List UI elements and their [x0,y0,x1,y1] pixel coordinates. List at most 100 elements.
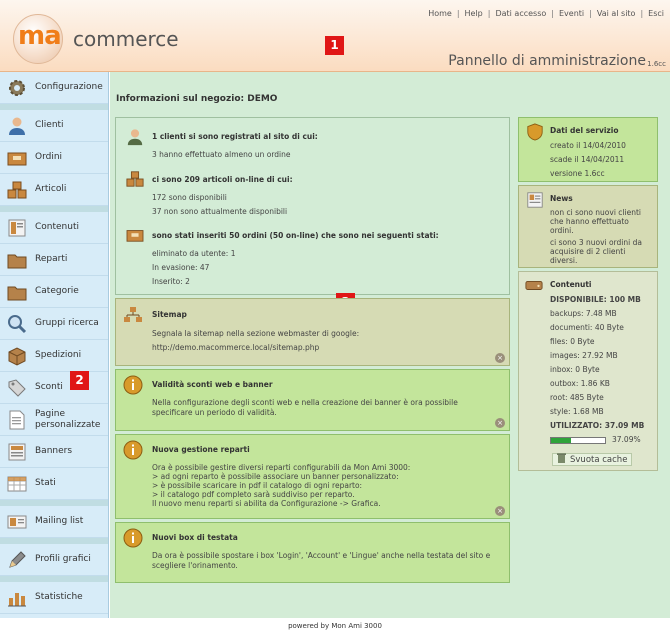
validita-title: Validità sconti web e banner [152,380,273,389]
shield-icon [524,121,546,143]
contents-used: UTILIZZATO: 37.09 MB [550,421,645,430]
contents-row: backups: 7.48 MB [550,309,617,318]
service-expires: scade il 14/04/2011 [550,155,625,164]
articles-line-2: 37 non sono attualmente disponibili [152,207,288,216]
link-help[interactable]: Help [465,9,483,18]
sidebar-item-ordini[interactable]: Ordini [0,142,108,174]
table-icon [6,473,28,495]
sidebar-item-contenuti[interactable]: Contenuti [0,212,108,244]
sidebar-item-label: Spedizioni [35,350,82,360]
content-icon [6,217,28,239]
main-content: Informazioni sul negozio: DEMO 1 clienti… [110,72,670,618]
mail-icon [6,511,28,533]
info-icon [122,439,144,461]
sidebar-item-label: Sconti [35,382,63,392]
news-line-6: diversi. [550,256,578,265]
testata-line-2: scegliere l'orinamento. [152,561,238,570]
usage-percent: 37.09% [612,435,641,444]
link-vai-al-sito[interactable]: Vai al sito [597,9,636,18]
news-validita-box: Validità sconti web e banner Nella confi… [115,369,510,431]
sidebar-item-stati[interactable]: Stati [0,468,108,500]
gear-icon [6,77,28,99]
service-version: versione 1.6cc [550,169,605,178]
page-icon [6,409,28,431]
annotation-badge-2: 2 [70,371,89,390]
contents-row: documenti: 40 Byte [550,323,624,332]
close-icon[interactable]: × [495,353,505,363]
header: ma commerce Home | Help | Dati accesso | Ev… [0,0,670,72]
order-box-icon [124,224,146,246]
sidebar-item-spedizioni[interactable]: Spedizioni [0,340,108,372]
orders-line-1: eliminato da utente: 1 [152,249,236,258]
contents-row: files: 0 Byte [550,337,595,346]
sitemap-box: Sitemap Segnala la sitemap nella sezione… [115,298,510,366]
footer: powered by Mon Ami 3000 [0,618,670,636]
sitemap-url[interactable]: http://demo.macommerce.local/sitemap.php [152,343,319,353]
sidebar-item-reparti[interactable]: Reparti [0,244,108,276]
orders-line-2: In evasione: 47 [152,263,210,272]
clear-cache-button[interactable]: Svuota cache [552,453,633,466]
service-data-box: Dati del servizio creato il 14/04/2010 s… [518,117,658,182]
usage-progress-fill [551,438,572,443]
orders-line-3: Inserito: 2 [152,277,190,286]
sidebar-item-gruppi-ricerca[interactable]: Gruppi ricerca [0,308,108,340]
sidebar-item-label: Ordini [35,152,63,162]
news-icon [524,189,546,211]
sidebar-item-statistiche[interactable]: Statistiche [0,582,108,614]
info-icon [122,527,144,549]
close-icon[interactable]: × [495,506,505,516]
separator: | [640,9,644,18]
banner-icon [6,441,28,463]
sidebar-item-mailing-list[interactable]: Mailing list [0,506,108,538]
service-title: Dati del servizio [550,126,619,135]
contents-box: Contenuti DISPONIBILE: 100 MB backups: 7… [518,271,658,471]
folder-icon [6,281,28,303]
panel-title: Pannello di amministrazione [448,53,646,69]
link-esci[interactable]: Esci [648,9,664,18]
contents-available: DISPONIBILE: 100 MB [550,295,641,304]
separator: | [487,9,491,18]
sidebar-item-clienti[interactable]: Clienti [0,110,108,142]
sidebar-item-label: Configurazione [35,82,103,92]
logo-ma: ma [18,21,62,51]
link-home[interactable]: Home [428,9,452,18]
contents-row: outbox: 1.86 KB [550,379,610,388]
link-dati-accesso[interactable]: Dati accesso [495,9,546,18]
user-icon [124,126,146,148]
sidebar-item-label: Reparti [35,254,68,264]
sidebar-item-label: Gruppi ricerca [35,318,99,328]
user-icon [6,115,28,137]
sidebar-item-label: Contenuti [35,222,79,232]
panel-version: 1.6cc [647,60,666,68]
close-icon[interactable]: × [495,418,505,428]
news-line-3: ordini. [550,226,574,235]
clients-line: 3 hanno effettuato almeno un ordine [152,150,291,159]
sidebar-item-pagine-personalizzate[interactable]: Pagine personalizzate [0,404,108,436]
separator: | [456,9,460,18]
separator: | [551,9,554,18]
tag-icon [6,377,28,399]
link-eventi[interactable]: Eventi [559,9,584,18]
sidebar-item-profili-grafici[interactable]: Profili grafici [0,544,108,576]
sidebar-item-label: Statistiche [35,592,83,602]
sidebar-item-sconti[interactable]: Sconti [0,372,108,404]
sidebar-item-banners[interactable]: Banners [0,436,108,468]
trash-icon [557,453,566,466]
sidebar-item-label: Categorie [35,286,79,296]
articles-line-1: 172 sono disponibili [152,193,227,202]
usage-progress-bar [550,437,606,444]
reparti-line-5: Il nuovo menu reparti si abilita da Conf… [152,499,381,508]
page-title: Informazioni sul negozio: DEMO [116,94,278,104]
sidebar-item-categorie[interactable]: Categorie [0,276,108,308]
clear-cache-label: Svuota cache [570,454,628,465]
articles-title: ci sono 209 articoli on-line di cui: [152,175,293,184]
news-testata-box: Nuovi box di testata Da ora è possibile … [115,522,510,583]
top-links: Home | Help | Dati accesso | Eventi | Vai al… [428,9,664,18]
sidebar-item-label: Articoli [35,184,67,194]
sidebar-item-configurazione[interactable]: Configurazione [0,72,108,104]
drive-icon [523,274,545,296]
sidebar-item-articoli[interactable]: Articoli [0,174,108,206]
contents-row: style: 1.68 MB [550,407,604,416]
contents-row: inbox: 0 Byte [550,365,600,374]
validita-line-2: specificare un periodo di validità. [152,408,277,417]
